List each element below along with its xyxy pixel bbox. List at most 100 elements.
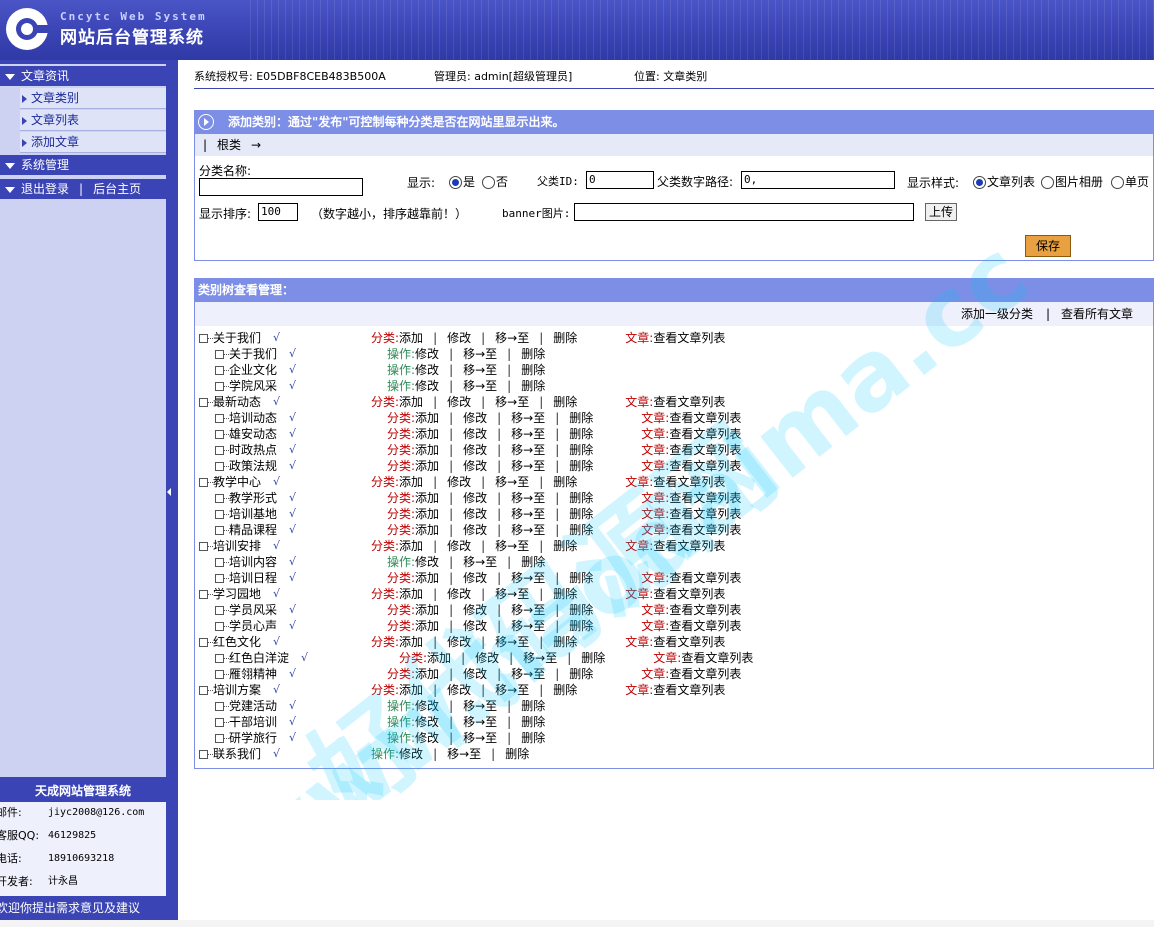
published-check-icon[interactable]: √ [289, 490, 296, 506]
add-subcategory-link[interactable]: 添加 [399, 683, 423, 697]
edit-link[interactable]: 修改 [463, 571, 487, 585]
parent-path-input[interactable]: 0, [741, 171, 895, 189]
move-link[interactable]: 移→至 [511, 427, 545, 441]
move-link[interactable]: 移→至 [463, 363, 497, 377]
add-subcategory-link[interactable]: 添加 [415, 667, 439, 681]
move-link[interactable]: 移→至 [511, 619, 545, 633]
move-link[interactable]: 移→至 [463, 731, 497, 745]
published-check-icon[interactable]: √ [273, 394, 280, 410]
edit-link[interactable]: 修改 [463, 603, 487, 617]
delete-link[interactable]: 删除 [553, 331, 577, 345]
add-subcategory-link[interactable]: 添加 [415, 411, 439, 425]
view-articles-link[interactable]: 查看文章列表 [653, 395, 725, 409]
edit-link[interactable]: 修改 [447, 475, 471, 489]
edit-link[interactable]: 修改 [415, 379, 439, 393]
tree-node-icon[interactable] [199, 398, 208, 407]
show-no-radio[interactable]: 否 [482, 173, 508, 190]
published-check-icon[interactable]: √ [273, 634, 280, 650]
move-link[interactable]: 移→至 [463, 699, 497, 713]
edit-link[interactable]: 修改 [475, 651, 499, 665]
published-check-icon[interactable]: √ [273, 330, 280, 346]
view-articles-link[interactable]: 查看文章列表 [669, 603, 741, 617]
tree-node-icon[interactable] [215, 606, 224, 615]
edit-link[interactable]: 修改 [463, 523, 487, 537]
delete-link[interactable]: 删除 [521, 347, 545, 361]
category-name-input[interactable] [199, 178, 363, 196]
delete-link[interactable]: 删除 [521, 363, 545, 377]
add-subcategory-link[interactable]: 添加 [399, 635, 423, 649]
tree-node-icon[interactable] [215, 510, 224, 519]
published-check-icon[interactable]: √ [289, 570, 296, 586]
move-link[interactable]: 移→至 [511, 571, 545, 585]
delete-link[interactable]: 删除 [569, 523, 593, 537]
move-link[interactable]: 移→至 [495, 683, 529, 697]
add-subcategory-link[interactable]: 添加 [415, 491, 439, 505]
collapse-sidebar-icon[interactable] [167, 488, 171, 496]
published-check-icon[interactable]: √ [289, 730, 296, 746]
delete-link[interactable]: 删除 [569, 427, 593, 441]
add-subcategory-link[interactable]: 添加 [399, 475, 423, 489]
move-link[interactable]: 移→至 [495, 331, 529, 345]
published-check-icon[interactable]: √ [289, 666, 296, 682]
edit-link[interactable]: 修改 [415, 715, 439, 729]
published-check-icon[interactable]: √ [289, 410, 296, 426]
edit-link[interactable]: 修改 [447, 587, 471, 601]
delete-link[interactable]: 删除 [581, 651, 605, 665]
tree-node-icon[interactable] [215, 718, 224, 727]
delete-link[interactable]: 删除 [521, 715, 545, 729]
tree-node-icon[interactable] [215, 558, 224, 567]
delete-link[interactable]: 删除 [521, 379, 545, 393]
edit-link[interactable]: 修改 [463, 459, 487, 473]
published-check-icon[interactable]: √ [289, 458, 296, 474]
move-link[interactable]: 移→至 [463, 555, 497, 569]
add-subcategory-link[interactable]: 添加 [415, 507, 439, 521]
tree-node-icon[interactable] [199, 750, 208, 759]
add-subcategory-link[interactable]: 添加 [399, 331, 423, 345]
tree-node-icon[interactable] [199, 686, 208, 695]
add-subcategory-link[interactable]: 添加 [415, 427, 439, 441]
edit-link[interactable]: 修改 [415, 363, 439, 377]
tree-node-icon[interactable] [215, 446, 224, 455]
tree-node-icon[interactable] [215, 414, 224, 423]
published-check-icon[interactable]: √ [301, 650, 308, 666]
view-articles-link[interactable]: 查看文章列表 [669, 491, 741, 505]
edit-link[interactable]: 修改 [415, 555, 439, 569]
move-link[interactable]: 移→至 [495, 635, 529, 649]
published-check-icon[interactable]: √ [273, 586, 280, 602]
delete-link[interactable]: 删除 [569, 443, 593, 457]
delete-link[interactable]: 删除 [553, 587, 577, 601]
edit-link[interactable]: 修改 [415, 699, 439, 713]
view-articles-link[interactable]: 查看文章列表 [669, 443, 741, 457]
sidebar-item-article-list[interactable]: 文章列表 [20, 110, 166, 131]
move-link[interactable]: 移→至 [495, 475, 529, 489]
published-check-icon[interactable]: √ [289, 714, 296, 730]
published-check-icon[interactable]: √ [273, 682, 280, 698]
view-articles-link[interactable]: 查看文章列表 [669, 523, 741, 537]
view-articles-link[interactable]: 查看文章列表 [669, 427, 741, 441]
delete-link[interactable]: 删除 [553, 395, 577, 409]
tree-node-icon[interactable] [215, 670, 224, 679]
view-articles-link[interactable]: 查看文章列表 [653, 683, 725, 697]
tree-node-icon[interactable] [215, 622, 224, 631]
move-link[interactable]: 移→至 [463, 379, 497, 393]
style-article-list-radio[interactable]: 文章列表 [973, 173, 1035, 190]
delete-link[interactable]: 删除 [569, 619, 593, 633]
edit-link[interactable]: 修改 [463, 619, 487, 633]
edit-link[interactable]: 修改 [463, 427, 487, 441]
delete-link[interactable]: 删除 [569, 571, 593, 585]
tree-node-icon[interactable] [215, 702, 224, 711]
published-check-icon[interactable]: √ [289, 346, 296, 362]
move-link[interactable]: 移→至 [511, 667, 545, 681]
delete-link[interactable]: 删除 [553, 683, 577, 697]
tree-node-icon[interactable] [215, 350, 224, 359]
move-link[interactable]: 移→至 [523, 651, 557, 665]
edit-link[interactable]: 修改 [415, 731, 439, 745]
move-link[interactable]: 移→至 [511, 491, 545, 505]
parent-id-input[interactable]: 0 [586, 171, 654, 189]
delete-link[interactable]: 删除 [569, 603, 593, 617]
view-articles-link[interactable]: 查看文章列表 [669, 619, 741, 633]
move-link[interactable]: 移→至 [511, 411, 545, 425]
tree-node-icon[interactable] [199, 638, 208, 647]
tree-node-icon[interactable] [215, 574, 224, 583]
tree-node-icon[interactable] [215, 462, 224, 471]
